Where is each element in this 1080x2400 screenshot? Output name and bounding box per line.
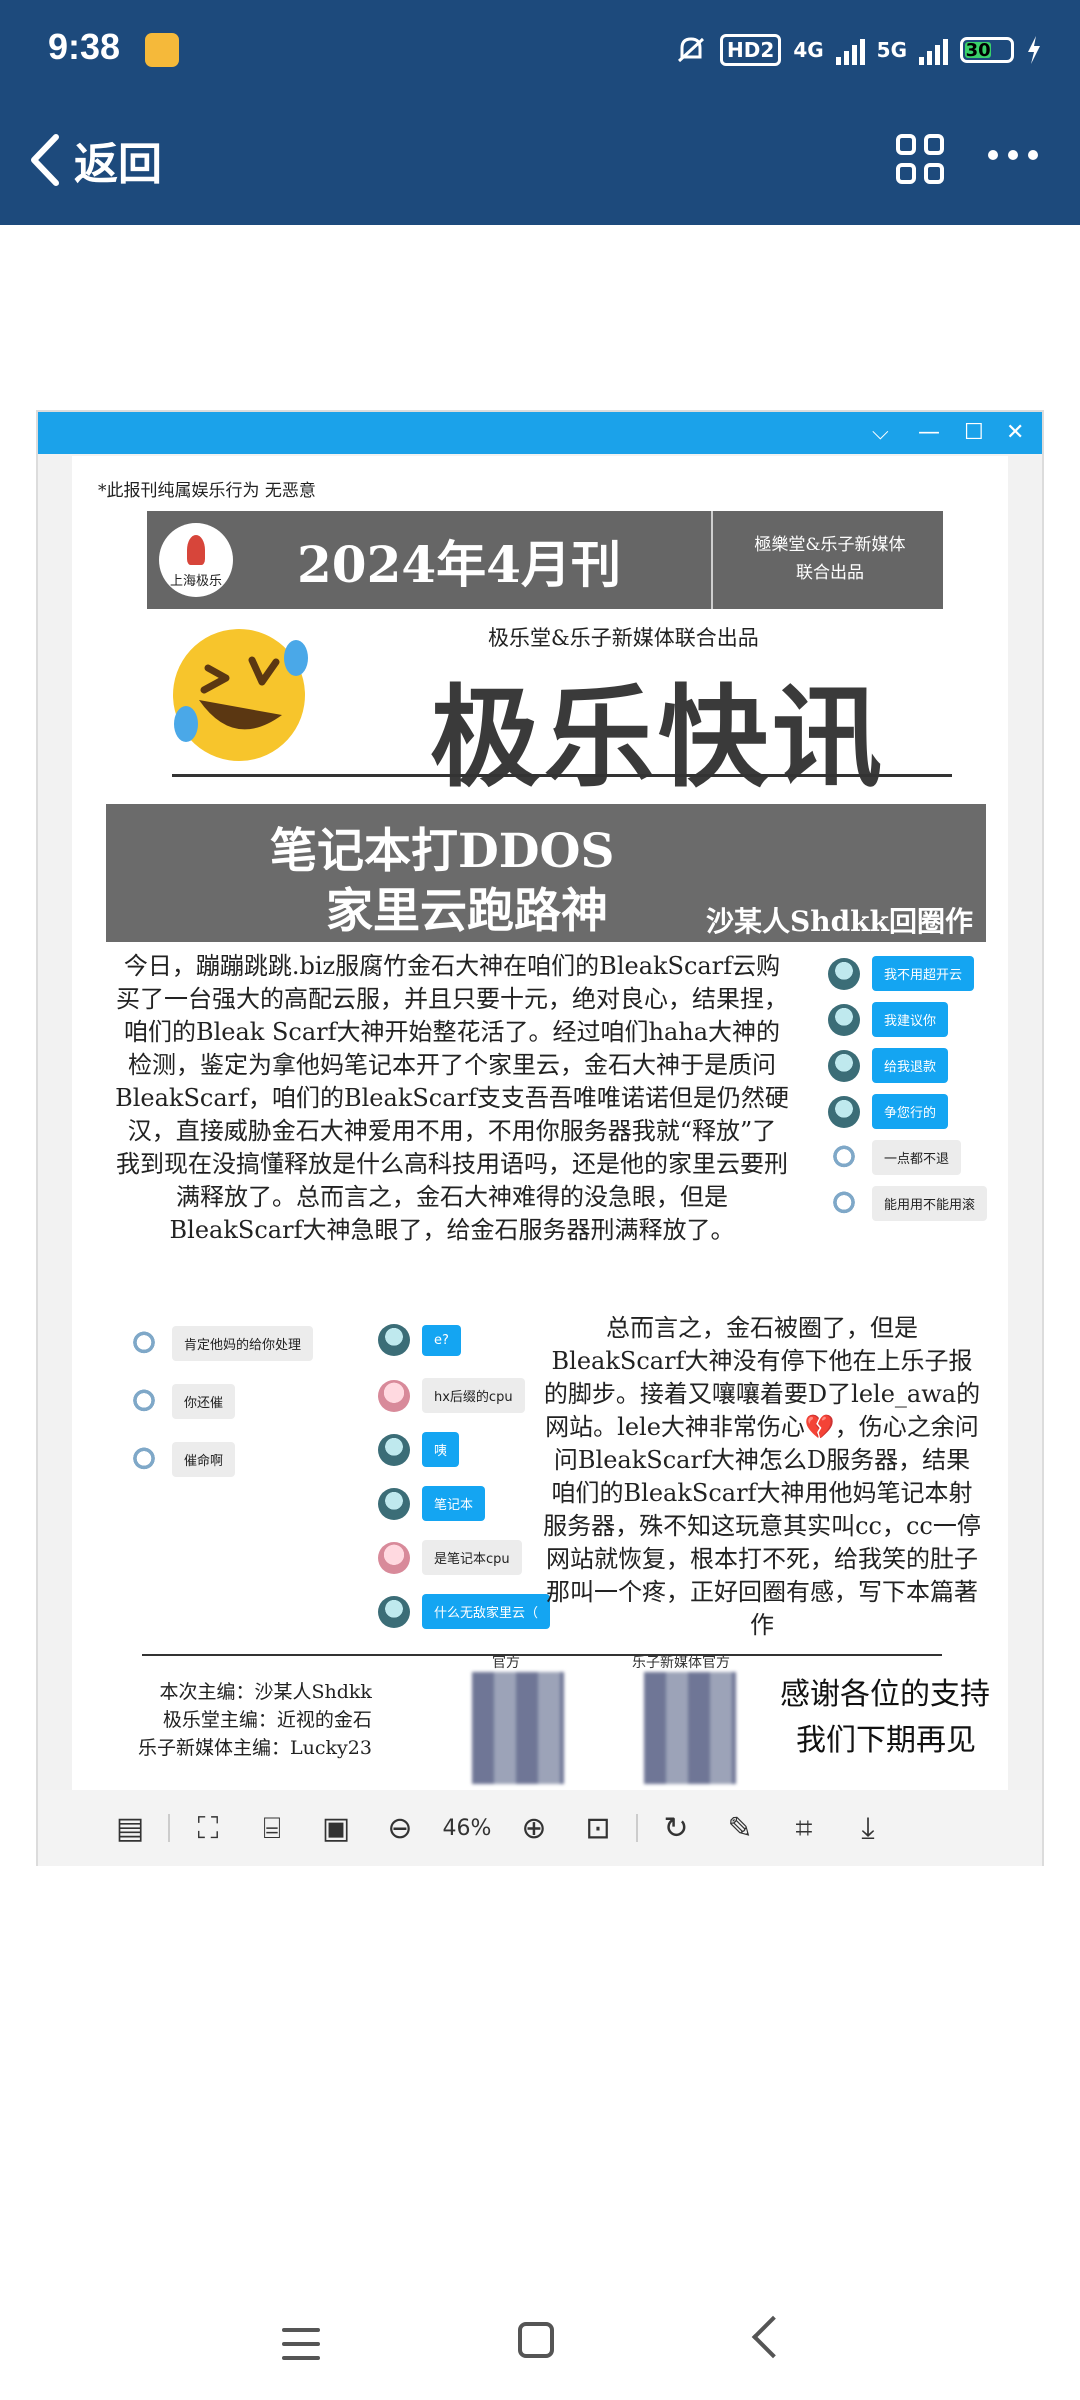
notification-app-icon: [145, 33, 179, 67]
chat-message: hx后缀的cpu: [378, 1378, 525, 1413]
maximize-icon[interactable]: ☐: [964, 420, 984, 445]
rofl-emoji-icon: [173, 629, 308, 761]
qr-label: 乐子新媒体官方: [632, 1655, 730, 1671]
chat-message: 笔记本: [378, 1486, 486, 1521]
qr-code-blurred: [472, 1672, 564, 1784]
window-titlebar: ⌵ — ☐ ✕: [38, 412, 1042, 454]
signal-icon: [835, 35, 865, 65]
network-5g-label: 5G: [876, 38, 907, 62]
headline-line2: 家里云跑路神: [326, 884, 608, 939]
status-icons: HD2 4G 5G 30: [674, 30, 1042, 70]
byline: 沙某人Shdkk回圈作: [706, 905, 973, 938]
download-icon[interactable]: ⤓: [836, 1811, 900, 1846]
issue-banner: 上海极乐 2024年4月刊 極樂堂&乐子新媒体 联合出品: [147, 511, 943, 609]
zoom-out-icon[interactable]: ⊖: [368, 1811, 432, 1846]
chat-message: 我建议你: [828, 1002, 949, 1037]
divider: [172, 774, 952, 777]
chat-message: 肯定他妈的给你处理: [128, 1326, 314, 1361]
article-text-2: 总而言之，金石被圈了，但是BleakScarf大神没有停下他在上乐子报的脚步。接…: [543, 1314, 981, 1639]
chevron-down-icon[interactable]: ⌵: [872, 420, 889, 445]
home-icon[interactable]: [518, 2322, 554, 2358]
minimize-icon[interactable]: —: [918, 420, 940, 445]
editor-credits: 本次主编：沙某人Shdkk 极乐堂主编：近视的金石 乐子新媒体主编：Lucky2…: [138, 1681, 372, 1759]
edit-icon[interactable]: ✎: [708, 1811, 772, 1846]
scan-text-icon[interactable]: ⛶: [176, 1811, 240, 1846]
battery-level: 30: [965, 40, 992, 61]
translate-icon[interactable]: ⌸: [240, 1811, 304, 1846]
qr-label: 官方: [492, 1655, 520, 1671]
chat-message: 一点都不退: [828, 1140, 962, 1175]
logo: 上海极乐: [159, 523, 233, 597]
chat-message: e?: [378, 1324, 461, 1356]
status-time: 9:38: [48, 26, 121, 67]
status-bar: 9:38 HD2 4G 5G 30: [0, 0, 1080, 100]
chat-message: 咦: [378, 1432, 460, 1467]
app-bar: 返回: [0, 100, 1080, 225]
closing-message: 感谢各位的支持 我们下期再见: [780, 1677, 990, 1758]
issue-title: 2024年4月刊: [297, 535, 621, 594]
back-button[interactable]: 返回: [30, 128, 162, 192]
hd-badge: HD2: [720, 34, 782, 66]
recents-icon[interactable]: [282, 2328, 320, 2370]
chat-message: 我不用超开云: [828, 956, 975, 991]
fit-screen-icon[interactable]: ▣: [304, 1811, 368, 1846]
divider: [142, 1654, 942, 1656]
bell-muted-icon: [678, 37, 705, 63]
nav-back-icon[interactable]: [751, 2315, 795, 2359]
disclaimer: *此报刊纯属娱乐行为 无恶意: [98, 481, 316, 501]
more-options-icon[interactable]: [988, 150, 1038, 160]
layout-icon[interactable]: ▤: [98, 1811, 162, 1846]
masthead: 极乐快讯: [430, 673, 886, 802]
chat-message: 你还催: [128, 1384, 236, 1419]
image-viewer[interactable]: ⌵ — ☐ ✕ *此报刊纯属娱乐行为 无恶意 上海极乐 2024年4月刊 極樂堂…: [36, 410, 1044, 1866]
chat-message: 催命啊: [128, 1442, 236, 1477]
chat-message: 能用用不能用滚: [828, 1186, 988, 1221]
chat-message: 是笔记本cpu: [378, 1540, 522, 1575]
network-4g-label: 4G: [793, 38, 824, 62]
qr-code-blurred: [644, 1672, 736, 1784]
signal-icon-2: [919, 35, 948, 65]
chat-message: 什么无敌家里云（: [378, 1594, 551, 1629]
zoom-level: 46%: [442, 1815, 492, 1841]
grid-icon[interactable]: [896, 134, 946, 184]
close-icon[interactable]: ✕: [1006, 420, 1024, 445]
newspaper-page: *此报刊纯属娱乐行为 无恶意 上海极乐 2024年4月刊 極樂堂&乐子新媒体 联…: [72, 456, 1008, 1790]
battery-icon: 30: [960, 37, 1014, 63]
viewer-toolbar: ▤ ⛶ ⌸ ▣ ⊖ 46% ⊕ ⊡ ↻ ✎ ⌗ ⤓: [38, 1790, 1042, 1866]
publisher-credit: 極樂堂&乐子新媒体 联合出品: [754, 535, 906, 583]
charging-icon: [1028, 36, 1040, 64]
chevron-left-icon: [31, 134, 59, 186]
chat-message: 争您行的: [828, 1094, 949, 1129]
actual-size-icon[interactable]: ⊡: [566, 1811, 630, 1846]
crop-icon[interactable]: ⌗: [772, 1811, 836, 1846]
article-text-1: 今日，蹦蹦跳跳.biz服腐竹金石大神在咱们的BleakScarf云购买了一台强大…: [115, 952, 789, 1244]
headline-line1: 笔记本打DDOS: [270, 824, 615, 879]
headline-block: 笔记本打DDOS 家里云跑路神 沙某人Shdkk回圈作: [106, 804, 986, 942]
back-label: 返回: [74, 139, 162, 190]
chat-message: 给我退款: [828, 1048, 949, 1083]
rotate-icon[interactable]: ↻: [644, 1811, 708, 1846]
system-nav-bar: [0, 2300, 1080, 2400]
zoom-in-icon[interactable]: ⊕: [502, 1811, 566, 1846]
